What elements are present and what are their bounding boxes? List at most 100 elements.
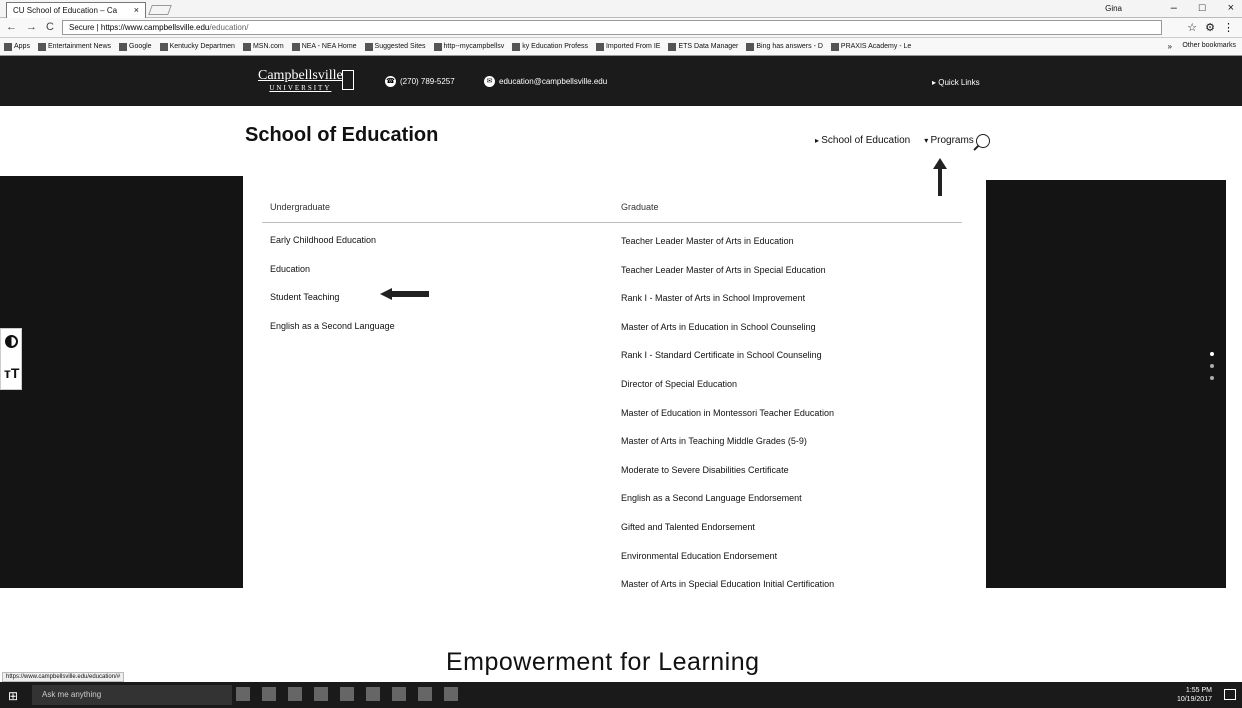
column-divider (262, 222, 962, 223)
graduate-program-link[interactable]: Environmental Education Endorsement (621, 551, 834, 580)
graduate-program-link[interactable]: Rank I - Standard Certificate in School … (621, 350, 834, 379)
url-host: https://www.campbellsville.edu (100, 23, 210, 32)
graduate-program-link[interactable]: Teacher Leader Master of Arts in Educati… (621, 236, 834, 265)
mail-icon[interactable] (340, 687, 354, 701)
forward-icon[interactable]: → (26, 21, 37, 33)
new-tab-button[interactable] (148, 5, 172, 15)
close-window-icon[interactable]: × (1228, 2, 1234, 14)
bookmark-icon (433, 42, 442, 51)
browser-tab-bar: CU School of Education – Ca × Gina – □ × (0, 0, 1242, 18)
folder-icon (595, 42, 604, 51)
clock-date: 10/19/2017 (1176, 696, 1212, 703)
bookmark-icon (159, 42, 168, 51)
system-tray-clock[interactable]: 1:55 PM 10/19/2017 (1177, 686, 1212, 704)
word-icon[interactable] (392, 687, 406, 701)
bookmark-item[interactable]: ky Education Profess (512, 42, 588, 51)
task-view-icon[interactable] (236, 687, 250, 701)
reload-icon[interactable]: C (46, 21, 54, 33)
slide-dots (1210, 352, 1214, 380)
bookmark-item[interactable]: MSN.com (242, 42, 284, 51)
search-icon[interactable] (976, 134, 990, 148)
graduate-program-link[interactable]: Master of Arts in Teaching Middle Grades… (621, 436, 834, 465)
bookmark-star-icon[interactable]: ☆ (1187, 21, 1197, 34)
url-input[interactable]: Secure | https://www.campbellsville.edu/… (62, 20, 1162, 35)
undergraduate-program-link[interactable]: Student Teaching (270, 292, 395, 321)
graduate-heading: Graduate (621, 202, 659, 212)
nav-programs[interactable]: Programs (924, 135, 973, 146)
status-bar-url: https://www.campbellsville.edu/education… (2, 672, 125, 682)
bookmark-item[interactable]: PRAXIS Academy - Le (830, 42, 911, 51)
tab-close-icon[interactable]: × (134, 5, 139, 15)
graduate-program-link[interactable]: Master of Arts in Education in School Co… (621, 322, 834, 351)
undergraduate-heading: Undergraduate (270, 202, 331, 212)
msn-icon (242, 42, 251, 51)
windows-taskbar: ⊞ Ask me anything 1:55 PM 10/19/2017 (0, 682, 1242, 708)
apps-icon (4, 42, 12, 51)
minimize-icon[interactable]: – (1171, 2, 1177, 14)
excel-icon[interactable] (418, 687, 432, 701)
site-header: Campbellsville UNIVERSITY ☎ (270) 789-52… (0, 56, 1242, 106)
graduate-program-link[interactable]: Director of Special Education (621, 379, 834, 408)
graduate-program-link[interactable]: Master of Education in Montessori Teache… (621, 408, 834, 437)
section-nav: School of Education Programs (815, 135, 974, 146)
maximize-icon[interactable]: □ (1199, 2, 1206, 14)
bookmark-item[interactable]: NEA - NEA Home (291, 42, 357, 51)
edge-icon[interactable] (262, 687, 276, 701)
nea-icon (291, 42, 300, 51)
bookmark-item[interactable]: Kentucky Departmen (159, 42, 235, 51)
undergraduate-program-link[interactable]: Early Childhood Education (270, 235, 395, 264)
graduate-program-link[interactable]: Master of Arts in Special Education Init… (621, 579, 834, 608)
window-controls: – □ × (1171, 2, 1234, 14)
email-icon: ✉ (484, 76, 495, 87)
start-button-icon[interactable]: ⊞ (8, 689, 18, 703)
browser-tab[interactable]: CU School of Education – Ca × (6, 2, 146, 18)
bookmark-icon (364, 42, 373, 51)
email-contact[interactable]: ✉ education@campbellsville.edu (484, 76, 607, 87)
chrome-icon[interactable] (366, 687, 380, 701)
logo-subtext: UNIVERSITY (269, 84, 332, 92)
extension-icon[interactable]: ⚙ (1205, 21, 1215, 34)
graduate-program-link[interactable]: English as a Second Language Endorsement (621, 493, 834, 522)
bookmark-item[interactable]: Google (119, 42, 152, 51)
file-explorer-icon[interactable] (288, 687, 302, 701)
phone-contact[interactable]: ☎ (270) 789-5257 (385, 76, 455, 87)
text-size-icon[interactable]: тT (4, 365, 19, 381)
graduate-program-link[interactable]: Gifted and Talented Endorsement (621, 522, 834, 551)
slide-dot[interactable] (1210, 352, 1214, 356)
bookmark-item[interactable]: Apps (4, 42, 30, 51)
notification-icon[interactable] (1224, 689, 1236, 700)
other-bookmarks[interactable]: Other bookmarks (1182, 42, 1236, 49)
contrast-icon[interactable] (5, 335, 18, 348)
graduate-program-link[interactable]: Teacher Leader Master of Arts in Special… (621, 265, 834, 294)
app-icon[interactable] (444, 687, 458, 701)
logo-crest-icon (342, 70, 354, 90)
graduate-program-link[interactable]: Rank I - Master of Arts in School Improv… (621, 293, 834, 322)
profile-user-label[interactable]: Gina (1105, 4, 1122, 13)
secure-label: Secure (69, 23, 95, 32)
back-icon[interactable]: ← (6, 21, 17, 33)
bookmark-item[interactable]: Imported From IE (595, 42, 660, 51)
bookmarks-overflow-icon[interactable]: » (1168, 42, 1172, 51)
accessibility-toolbar: тT (0, 328, 22, 390)
undergraduate-program-link[interactable]: Education (270, 264, 395, 293)
graduate-program-link[interactable]: Moderate to Severe Disabilities Certific… (621, 465, 834, 494)
taskbar-search-box[interactable]: Ask me anything (32, 685, 232, 705)
store-icon[interactable] (314, 687, 328, 701)
bookmark-item[interactable]: Suggested Sites (364, 42, 426, 51)
tab-title: CU School of Education – Ca (13, 6, 118, 15)
page-title: School of Education (245, 124, 439, 146)
nav-school-of-education[interactable]: School of Education (815, 135, 910, 146)
slide-dot[interactable] (1210, 376, 1214, 380)
slide-dot[interactable] (1210, 364, 1214, 368)
bookmark-item[interactable]: ETS Data Manager (668, 42, 738, 51)
site-logo[interactable]: Campbellsville UNIVERSITY (258, 68, 343, 92)
bookmark-item[interactable]: Entertainment News (37, 42, 111, 51)
graduate-list: Teacher Leader Master of Arts in Educati… (621, 236, 834, 608)
quick-links-button[interactable]: ▸ Quick Links (932, 78, 980, 87)
undergraduate-program-link[interactable]: English as a Second Language (270, 321, 395, 350)
bing-icon (746, 42, 755, 51)
menu-icon[interactable]: ⋮ (1223, 21, 1234, 34)
bookmark-item[interactable]: Bing has answers - D (746, 42, 823, 51)
annotation-arrow-left-icon (380, 288, 430, 300)
bookmark-item[interactable]: http--mycampbellsv (433, 42, 504, 51)
